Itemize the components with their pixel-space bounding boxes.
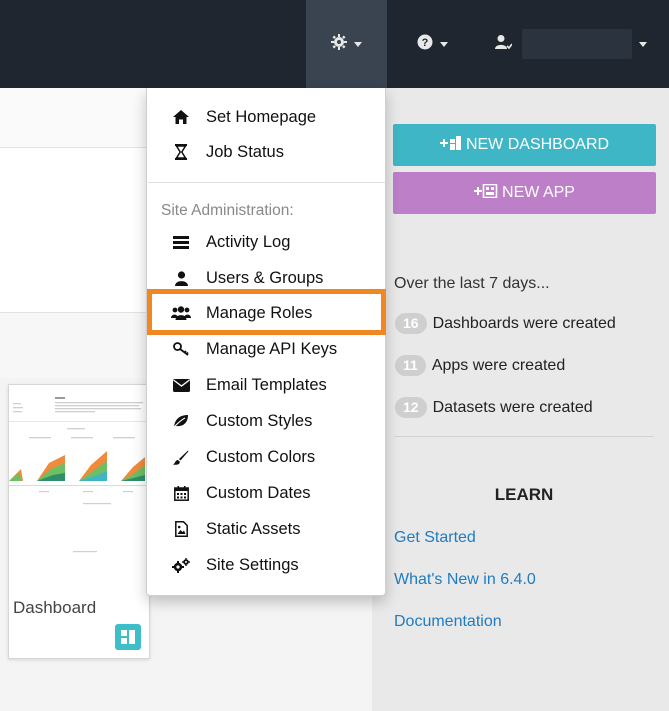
stat-datasets: 12 Datasets were created [395,397,593,418]
user-icon [494,34,513,55]
question-circle-icon: ? [417,34,433,55]
menu-item-set-homepage[interactable]: Set Homepage [147,100,385,134]
menu-item-label: Activity Log [206,232,291,251]
envelope-icon [170,378,192,392]
menu-item-label: Static Assets [206,519,301,538]
hourglass-icon [170,144,192,160]
menu-item-manage-api-keys[interactable]: Manage API Keys [147,332,385,366]
leaf-icon [170,414,192,428]
menu-item-email-templates[interactable]: Email Templates [147,368,385,402]
stat-dashboards: 16 Dashboards were created [395,313,616,334]
dashboard-card[interactable]: Dashboard [8,384,150,659]
stat-label: Dashboards were created [432,314,616,332]
section-divider [394,436,654,437]
menu-item-label: Job Status [206,142,284,161]
menu-item-label: Set Homepage [206,107,317,126]
stat-count-badge: 11 [395,355,426,376]
dashboard-icon[interactable] [115,624,141,650]
new-app-label: NEW APP [502,184,575,201]
settings-menu-toggle[interactable] [306,0,387,88]
image-file-icon [170,521,192,537]
stat-label: Datasets were created [432,398,593,416]
new-dashboard-button[interactable]: NEW DASHBOARD [393,124,656,166]
top-navbar: ? [0,0,669,88]
menu-item-custom-styles[interactable]: Custom Styles [147,404,385,438]
dashboard-card-title: Dashboard [13,598,97,617]
menu-item-custom-dates[interactable]: Custom Dates [147,476,385,510]
key-icon [170,342,192,356]
stat-count-badge: 12 [395,397,427,418]
site-administration-header: Site Administration: [161,202,294,219]
chevron-down-icon [354,41,362,47]
user-menu-toggle[interactable] [480,0,669,88]
home-icon [170,110,192,124]
menu-item-label: Email Templates [206,375,327,394]
link-whats-new[interactable]: What's New in 6.4.0 [394,571,536,589]
menu-item-label: Manage Roles [206,303,313,322]
stat-label: Apps were created [431,356,566,374]
add-app-icon [474,183,498,202]
menu-item-label: Custom Colors [206,447,316,466]
chevron-down-icon [439,41,448,47]
svg-text:?: ? [421,37,428,49]
menu-divider [148,182,385,183]
menu-item-custom-colors[interactable]: Custom Colors [147,440,385,474]
help-menu-toggle[interactable]: ? [397,0,467,88]
link-documentation[interactable]: Documentation [394,613,502,631]
settings-dropdown-menu: Set Homepage Job Status Site Administrat… [146,88,386,596]
paintbrush-icon [170,450,192,465]
user-name-redacted [522,29,632,59]
stat-apps: 11 Apps were created [395,355,565,376]
menu-item-site-settings[interactable]: Site Settings [147,548,385,582]
menu-item-job-status[interactable]: Job Status [147,135,385,169]
dashboard-thumbnail [9,385,149,585]
menu-item-label: Custom Styles [206,411,313,430]
new-dashboard-label: NEW DASHBOARD [465,136,610,153]
menu-item-manage-roles[interactable]: Manage Roles [147,296,385,330]
stat-count-badge: 16 [395,313,427,334]
user-icon [170,270,192,286]
add-dashboard-icon [439,136,462,154]
activity-summary-heading: Over the last 7 days... [394,275,550,292]
gear-icon [331,33,347,55]
chevron-down-icon [639,41,647,47]
list-icon [170,235,192,249]
cogs-icon [170,557,192,573]
link-get-started[interactable]: Get Started [394,529,476,547]
menu-item-users-groups[interactable]: Users & Groups [147,261,385,295]
menu-item-activity-log[interactable]: Activity Log [147,225,385,259]
menu-item-label: Custom Dates [206,483,311,502]
menu-item-label: Site Settings [206,555,299,574]
calendar-icon [170,485,192,501]
new-app-button[interactable]: NEW APP [393,172,656,214]
menu-item-label: Users & Groups [206,268,324,287]
menu-item-static-assets[interactable]: Static Assets [147,512,385,546]
users-icon [170,306,192,320]
learn-heading: LEARN [494,485,554,504]
menu-item-label: Manage API Keys [206,339,338,358]
